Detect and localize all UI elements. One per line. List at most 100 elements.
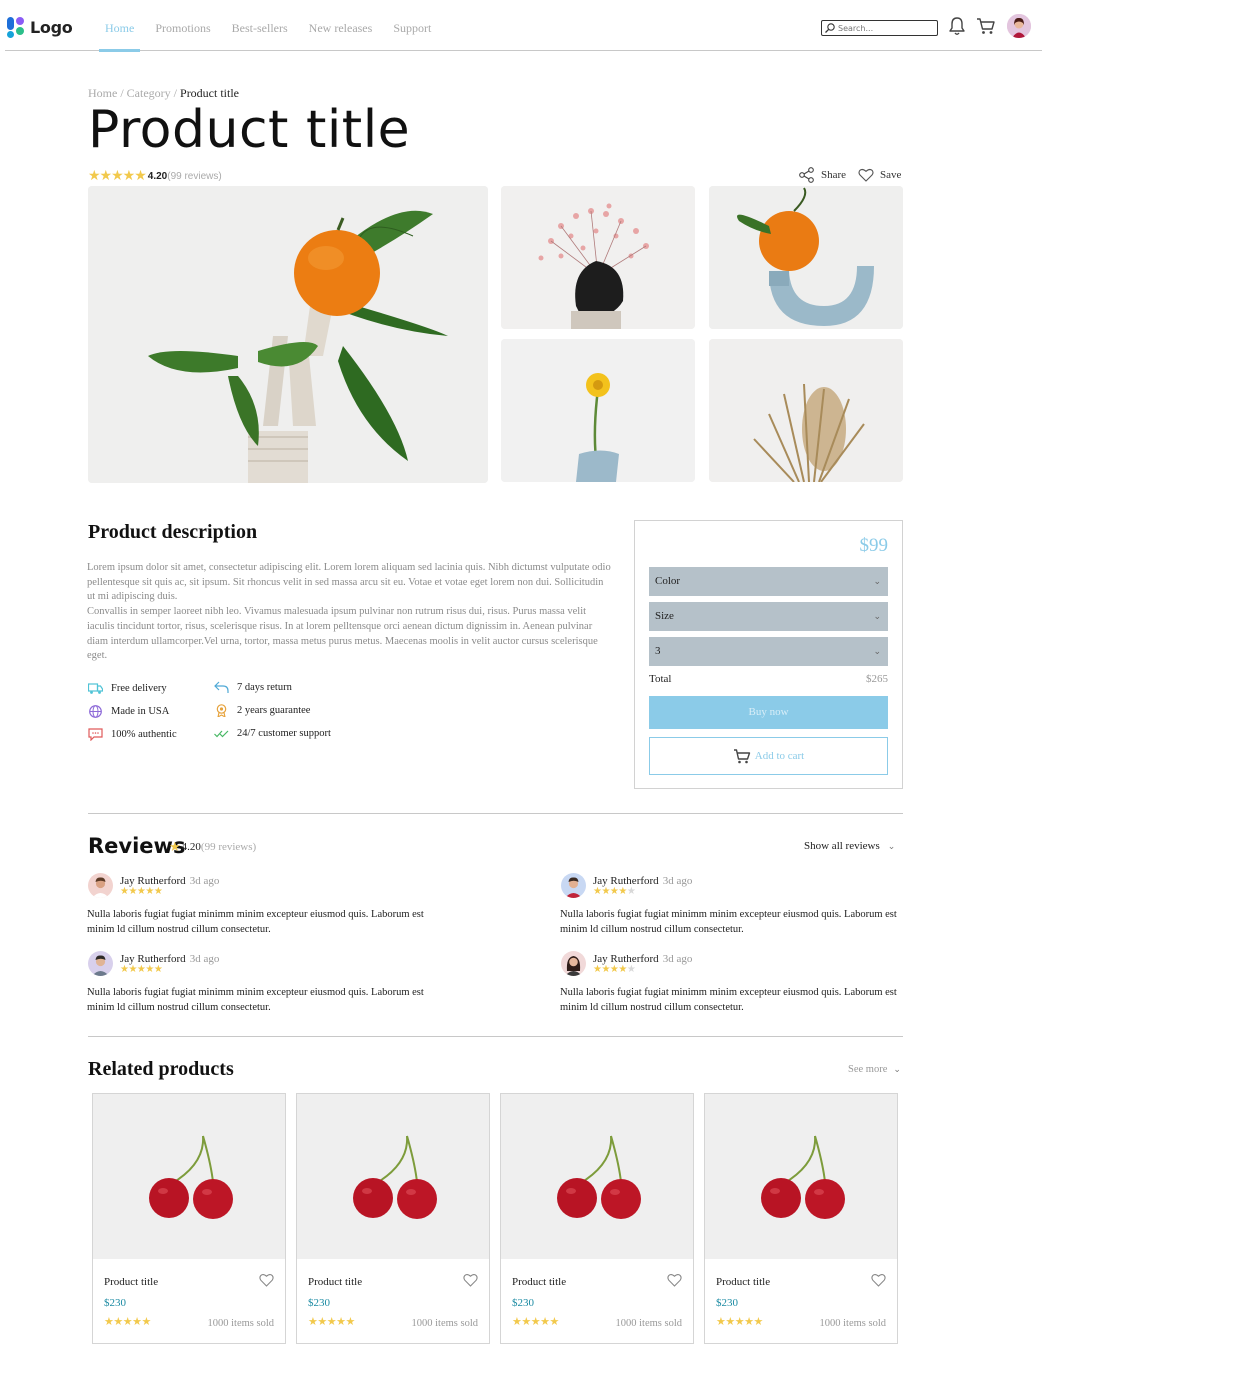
heart-icon[interactable] — [871, 1273, 886, 1287]
thumbnail-image[interactable] — [501, 339, 695, 482]
truck-icon — [88, 683, 103, 694]
review-count[interactable]: (99 reviews) — [167, 171, 221, 182]
feature-label: Made in USA — [111, 706, 170, 717]
cart-icon[interactable] — [976, 15, 996, 37]
review-count: (99 reviews) — [200, 841, 257, 853]
breadcrumb-separator: / — [120, 86, 124, 100]
chevron-down-icon: ⌄ — [873, 611, 881, 621]
stars-filled: ★★★★★ — [120, 964, 163, 975]
see-more-button[interactable]: See more ⌄ — [848, 1064, 901, 1075]
nav-promotions[interactable]: Promotions — [155, 0, 210, 51]
return-icon — [214, 681, 229, 693]
top-navigation: Logo Home Promotions Best-sellers New re… — [5, 0, 1042, 52]
purchase-panel: $99 Color ⌄ Size ⌄ 3 ⌄ Total $265 Buy no… — [634, 520, 903, 789]
description-text: Lorem ipsum dolor sit amet, consectetur … — [87, 561, 612, 664]
show-all-label: Show all reviews — [804, 840, 880, 852]
quantity-value: 3 — [655, 645, 661, 657]
product-title: Product title — [716, 1276, 771, 1288]
reviewer-avatar — [88, 873, 113, 898]
heart-icon[interactable] — [858, 168, 874, 182]
feature-label: 24/7 customer support — [237, 728, 331, 739]
breadcrumb-current: Product title — [180, 86, 240, 100]
award-icon — [216, 704, 227, 717]
total-label: Total — [649, 673, 672, 685]
product-price: $230 — [512, 1297, 534, 1309]
buy-now-button[interactable]: Buy now — [649, 696, 888, 729]
product-image[interactable] — [297, 1094, 489, 1259]
product-price: $230 — [104, 1297, 126, 1309]
review-time: 3d ago — [662, 953, 693, 965]
stars-filled: ★★★★ — [593, 886, 627, 897]
search-input[interactable] — [821, 20, 938, 36]
product-image[interactable] — [705, 1094, 897, 1259]
product-card[interactable]: Product title $230 ★★★★★ 1000 items sold — [704, 1093, 898, 1344]
product-card[interactable]: Product title $230 ★★★★★ 1000 items sold — [296, 1093, 490, 1344]
product-card[interactable]: Product title $230 ★★★★★ 1000 items sold — [500, 1093, 694, 1344]
feature-label: 7 days return — [237, 682, 292, 693]
bell-icon[interactable] — [947, 15, 967, 37]
stars-filled: ★★★★ — [593, 964, 627, 975]
avatar[interactable] — [1007, 14, 1031, 38]
show-all-reviews-button[interactable]: Show all reviews ⌄ — [804, 840, 895, 852]
product-image[interactable] — [93, 1094, 285, 1259]
feature-item: Free delivery — [88, 682, 167, 695]
thumbnail-image[interactable] — [501, 186, 695, 329]
add-to-cart-button[interactable]: Add to cart — [649, 737, 888, 775]
size-select-label: Size — [655, 610, 674, 622]
items-sold: 1000 items sold — [207, 1318, 274, 1329]
product-image[interactable] — [501, 1094, 693, 1259]
items-sold: 1000 items sold — [411, 1318, 478, 1329]
nav-best-sellers[interactable]: Best-sellers — [232, 0, 288, 51]
see-more-label: See more — [848, 1064, 888, 1075]
reviewer-avatar — [561, 951, 586, 976]
star-icon: ★ — [169, 839, 181, 854]
product-stars: ★★★★★ — [716, 1316, 763, 1328]
reviewer-avatar — [561, 873, 586, 898]
nav-home[interactable]: Home — [98, 0, 141, 52]
review-text: Nulla laboris fugiat fugiat minimm minim… — [87, 909, 424, 935]
chevron-down-icon: ⌄ — [873, 576, 881, 586]
heart-icon[interactable] — [463, 1273, 478, 1287]
product-title: Product title — [308, 1276, 363, 1288]
breadcrumb-home[interactable]: Home — [88, 86, 117, 100]
breadcrumb-category[interactable]: Category — [127, 86, 171, 100]
product-stars: ★★★★★ — [308, 1316, 355, 1328]
heart-icon[interactable] — [259, 1273, 274, 1287]
rating-stars: ★★★★★ — [88, 168, 147, 184]
feature-item: Made in USA — [88, 705, 169, 718]
nav-new-releases[interactable]: New releases — [309, 0, 373, 51]
cart-icon — [733, 748, 750, 763]
review-stars: ★★★★★ — [593, 886, 636, 897]
review-text: Nulla laboris fugiat fugiat minimm minim… — [560, 987, 897, 1013]
thumbnail-image[interactable] — [709, 339, 903, 482]
logo-text: Logo — [30, 17, 73, 37]
size-select[interactable]: Size ⌄ — [649, 602, 888, 631]
feature-label: 100% authentic — [111, 729, 177, 740]
related-products-title: Related products — [88, 1058, 234, 1080]
stars-filled: ★★★★★ — [120, 886, 163, 897]
feature-label: Free delivery — [111, 683, 167, 694]
chevron-down-icon: ⌄ — [887, 840, 896, 851]
product-card[interactable]: Product title $230 ★★★★★ 1000 items sold — [92, 1093, 286, 1344]
thumbnail-image[interactable] — [709, 186, 903, 329]
search-icon — [825, 23, 835, 33]
feature-item: 2 years guarantee — [214, 704, 310, 717]
product-price: $230 — [716, 1297, 738, 1309]
breadcrumb-separator: / — [173, 86, 178, 100]
page-title: Product title — [88, 100, 411, 160]
nav-support[interactable]: Support — [393, 0, 431, 51]
feature-label: 2 years guarantee — [237, 705, 311, 716]
description-paragraph: Convallis in semper laoreet nibh leo. Vi… — [87, 606, 598, 662]
color-select[interactable]: Color ⌄ — [649, 567, 888, 596]
main-product-image[interactable] — [88, 186, 488, 483]
description-title: Product description — [88, 521, 258, 543]
share-icon[interactable] — [798, 167, 815, 183]
chevron-down-icon: ⌄ — [893, 1064, 901, 1074]
quantity-select[interactable]: 3 ⌄ — [649, 637, 888, 666]
logo[interactable]: Logo — [7, 15, 73, 39]
share-button[interactable]: Share — [821, 169, 846, 181]
review-stars: ★★★★★ — [120, 886, 163, 897]
save-button[interactable]: Save — [880, 169, 901, 181]
heart-icon[interactable] — [667, 1273, 682, 1287]
product-stars: ★★★★★ — [104, 1316, 151, 1328]
